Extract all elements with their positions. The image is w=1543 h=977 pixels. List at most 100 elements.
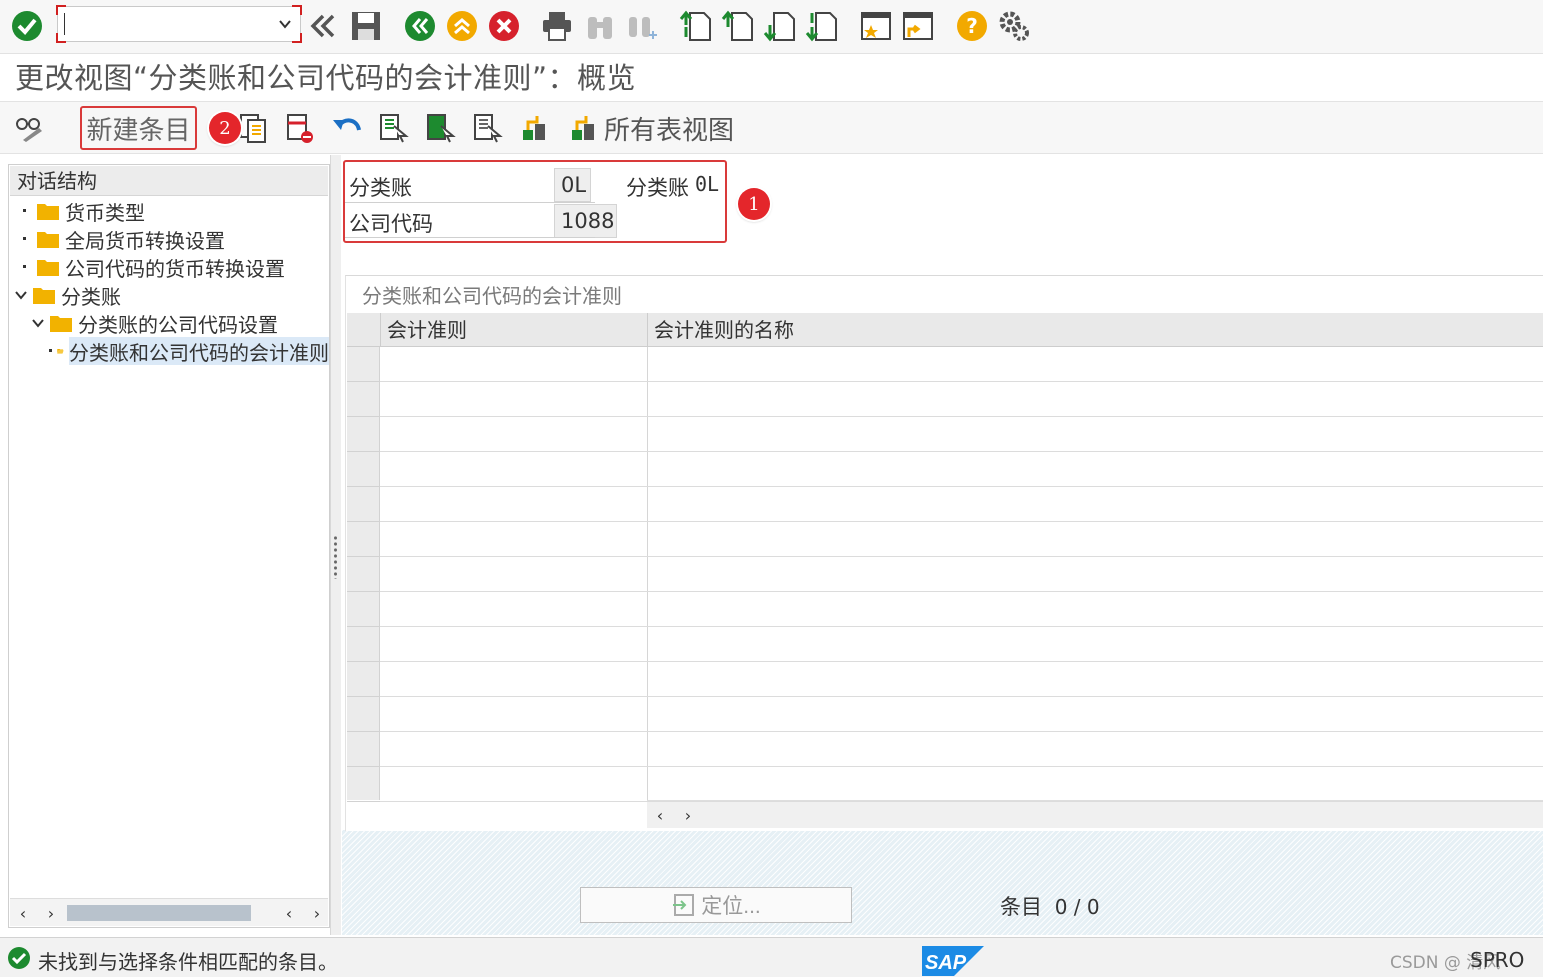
scroll-right-icon[interactable]: ›: [679, 805, 697, 825]
dialog-structure-panel: 对话结构 货币类型 全局货币转换设置 公司代码的货币转换设置 分类账 分类账的公…: [8, 164, 330, 928]
row-selector-column[interactable]: [347, 347, 380, 800]
print-icon[interactable]: [539, 8, 575, 44]
table-row[interactable]: [380, 627, 1543, 662]
exit-icon[interactable]: [444, 8, 480, 44]
scroll-right-icon[interactable]: ›: [308, 903, 326, 923]
undo-icon[interactable]: [330, 111, 364, 145]
entry-counter-value: 0 / 0: [1054, 895, 1100, 919]
select-block-icon[interactable]: [423, 111, 457, 145]
scrollbar-thumb[interactable]: [67, 905, 251, 921]
row-selector-line: [347, 731, 380, 732]
table-row[interactable]: [380, 697, 1543, 732]
cancel-icon[interactable]: [486, 8, 522, 44]
folder-icon: [37, 232, 59, 248]
command-field[interactable]: [56, 5, 302, 43]
copy-as-icon[interactable]: [236, 111, 270, 145]
deselect-all-icon[interactable]: [470, 111, 504, 145]
ledger-description-label: 分类账: [626, 176, 689, 200]
bc-set-icon[interactable]: [518, 111, 552, 145]
next-page-icon[interactable]: [762, 8, 798, 44]
scroll-right-icon[interactable]: ›: [42, 903, 60, 923]
tree-node-global-conversion[interactable]: 全局货币转换设置: [18, 225, 225, 253]
row-selector-line: [347, 661, 380, 662]
folder-icon: [50, 316, 72, 332]
table-horizontal-scrollbar[interactable]: ‹ ›: [647, 800, 1543, 828]
display-change-icon[interactable]: [12, 111, 46, 145]
tree-node-accounting-principles[interactable]: 分类账和公司代码的会计准则: [49, 337, 329, 365]
new-entries-button[interactable]: 新建条目: [80, 106, 197, 150]
table-row[interactable]: [380, 592, 1543, 627]
settings-icon[interactable]: [996, 8, 1032, 44]
company-code-field[interactable]: 1088: [554, 204, 617, 238]
table-header: 会计准则 会计准则的名称: [347, 313, 1543, 347]
panel-splitter[interactable]: [330, 155, 341, 935]
row-selector-line: [347, 416, 380, 417]
tree-node-label: 分类账和公司代码的会计准则: [69, 337, 329, 365]
tree-node-company-conversion[interactable]: 公司代码的货币转换设置: [18, 253, 285, 281]
system-toolbar: ?: [0, 0, 1543, 54]
svg-text:?: ?: [966, 14, 978, 38]
back-double-icon[interactable]: [304, 8, 340, 44]
column-header-principle-name[interactable]: 会计准则的名称: [647, 313, 1543, 347]
row-selector-line: [347, 766, 380, 767]
all-table-views-button[interactable]: 所有表视图: [568, 110, 734, 146]
table-views-icon: [572, 116, 594, 140]
ledger-field[interactable]: 0L: [554, 168, 591, 202]
splitter-grip-icon[interactable]: [333, 535, 338, 579]
position-icon: [673, 894, 695, 916]
help-icon[interactable]: ?: [954, 8, 990, 44]
table-row[interactable]: [380, 417, 1543, 452]
chevron-down-icon[interactable]: [278, 17, 292, 31]
transaction-code[interactable]: SPRO: [1470, 948, 1524, 972]
last-page-icon[interactable]: [804, 8, 840, 44]
scroll-left-icon[interactable]: ‹: [14, 903, 32, 923]
table-row[interactable]: [380, 557, 1543, 592]
content-footer-background: [342, 830, 1543, 935]
row-selector-line: [347, 521, 380, 522]
select-all-icon[interactable]: [376, 111, 410, 145]
table-row[interactable]: [380, 767, 1543, 802]
folder-icon: [37, 260, 59, 276]
enter-icon[interactable]: [9, 8, 45, 44]
tree-node-ledger-company-settings[interactable]: 分类账的公司代码设置: [31, 309, 278, 337]
all-table-views-label: 所有表视图: [604, 115, 735, 146]
table-row[interactable]: [380, 522, 1543, 557]
tree-node-currency-types[interactable]: 货币类型: [18, 197, 145, 225]
position-button[interactable]: 定位...: [580, 887, 852, 923]
scroll-left-icon[interactable]: ‹: [651, 805, 669, 825]
tree-node-ledger[interactable]: 分类账: [14, 281, 121, 309]
page-title: 更改视图“分类账和公司代码的会计准则”：概览: [15, 61, 637, 95]
row-selector-line: [347, 486, 380, 487]
position-button-label: 定位...: [701, 895, 761, 918]
chevron-down-icon[interactable]: [31, 316, 45, 330]
tree-node-label: 全局货币转换设置: [65, 228, 225, 253]
shortcut-icon[interactable]: [900, 8, 936, 44]
table-row[interactable]: [380, 382, 1543, 417]
table-caption: 分类账和公司代码的会计准则: [362, 284, 622, 308]
save-icon[interactable]: [348, 8, 384, 44]
table-row[interactable]: [380, 347, 1543, 382]
table-row[interactable]: [380, 732, 1543, 767]
open-folder-icon: [57, 348, 64, 354]
annotation-badge-2: 2: [209, 112, 241, 144]
prev-page-icon[interactable]: [720, 8, 756, 44]
row-selector-line: [347, 696, 380, 697]
table-row[interactable]: [380, 662, 1543, 697]
table-row[interactable]: [380, 487, 1543, 522]
sap-logo: SAP: [922, 946, 984, 976]
status-message[interactable]: 未找到与选择条件相匹配的条目。: [38, 946, 338, 975]
back-icon[interactable]: [402, 8, 438, 44]
find-next-icon[interactable]: [624, 8, 660, 44]
annotation-badge-1: 1: [738, 188, 770, 220]
column-header-accounting-principle[interactable]: 会计准则: [380, 313, 647, 347]
delete-icon[interactable]: [282, 111, 316, 145]
scroll-left-icon[interactable]: ‹: [280, 903, 298, 923]
chevron-down-icon[interactable]: [14, 288, 28, 302]
tree-horizontal-scrollbar[interactable]: ‹ › ‹ ›: [10, 898, 328, 926]
new-session-icon[interactable]: [858, 8, 894, 44]
select-all-rows-cell[interactable]: [347, 313, 380, 347]
find-icon[interactable]: [582, 8, 618, 44]
entry-counter: 条目 0 / 0: [1000, 891, 1100, 921]
first-page-icon[interactable]: [678, 8, 714, 44]
table-row[interactable]: [380, 452, 1543, 487]
